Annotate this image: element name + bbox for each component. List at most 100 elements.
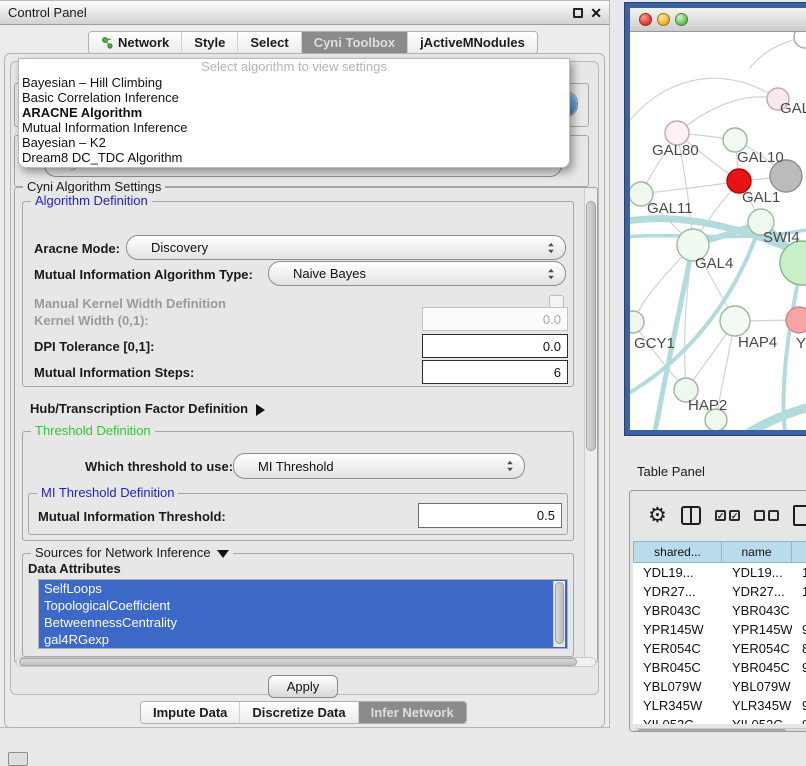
node-gcy1[interactable] xyxy=(630,311,644,333)
table-row[interactable]: YBR043C YBR043C xyxy=(633,601,806,620)
cell-value[interactable]: 9. xyxy=(792,715,806,724)
cell-name[interactable]: YDL19... xyxy=(722,563,792,582)
cell-shared-name[interactable]: YPR145W xyxy=(633,620,722,639)
deselect-all-checkboxes-icon[interactable] xyxy=(754,510,779,521)
label-gal80: GAL80 xyxy=(652,142,699,159)
popup-item-bayesian-k2[interactable]: Bayesian – K2 xyxy=(19,135,569,150)
label-gal2: GAL2 xyxy=(780,100,806,117)
popup-item-dream8[interactable]: Dream8 DC_TDC Algorithm xyxy=(19,150,569,165)
cell-shared-name[interactable]: YLR345W xyxy=(633,696,722,715)
network-canvas[interactable]: GAL2 GAL80 GAL10 GAL1 GAL11 SWI4 GAL4 GC… xyxy=(630,32,806,430)
tab-jactivemnodules[interactable]: jActiveMNodules xyxy=(408,32,537,53)
tab-impute-data[interactable]: Impute Data xyxy=(141,702,240,723)
list-item-topologicalcoefficient[interactable]: TopologicalCoefficient xyxy=(39,597,567,614)
cell-shared-name[interactable]: YER054C xyxy=(633,639,722,658)
cell-shared-name[interactable]: YIL052C xyxy=(633,715,722,724)
mi-type-combo[interactable]: Naive Bayes xyxy=(268,261,566,286)
cell-shared-name[interactable]: YBR043C xyxy=(633,601,722,620)
which-threshold-combo[interactable]: MI Threshold xyxy=(233,453,525,479)
cell-shared-name[interactable]: YDR27... xyxy=(633,582,722,601)
node-salmon[interactable] xyxy=(786,307,806,333)
list-item-betweennesscentrality[interactable]: BetweennessCentrality xyxy=(39,614,567,631)
tab-select[interactable]: Select xyxy=(238,32,301,53)
settings-vertical-scrollbar[interactable] xyxy=(584,189,597,661)
cell-name[interactable]: YPR145W xyxy=(722,620,792,639)
column-header-name[interactable]: name xyxy=(722,541,792,563)
zoom-traffic-light-icon[interactable] xyxy=(675,13,688,26)
attributes-vertical-scrollbar[interactable] xyxy=(553,581,565,647)
select-all-checkboxes-icon[interactable]: ✓ ✓ xyxy=(715,510,740,521)
columns-icon[interactable] xyxy=(681,506,701,525)
collapsed-panel-button[interactable] xyxy=(8,752,28,766)
close-traffic-light-icon[interactable] xyxy=(639,13,652,26)
cell-value[interactable] xyxy=(792,677,806,696)
cell-name[interactable]: YLR345W xyxy=(722,696,792,715)
hub-definition-toggle[interactable]: Hub/Transcription Factor Definition xyxy=(30,401,265,416)
sources-group-title[interactable]: Sources for Network Inference xyxy=(31,545,233,560)
settings-hscrollbar-thumb[interactable] xyxy=(19,658,577,666)
label-hap4: HAP4 xyxy=(738,334,777,351)
document-icon[interactable] xyxy=(793,505,806,526)
tab-cyni-toolbox[interactable]: Cyni Toolbox xyxy=(302,32,408,53)
settings-scrollbar-thumb[interactable] xyxy=(586,201,596,451)
popup-item-mutual-information[interactable]: Mutual Information Inference xyxy=(19,120,569,135)
popup-item-bayesian-hill-climbing[interactable]: Bayesian – Hill Climbing xyxy=(19,75,569,90)
label-gal4: GAL4 xyxy=(695,255,733,272)
cell-value[interactable]: 12 xyxy=(792,582,806,601)
cell-value[interactable]: 9. xyxy=(792,696,806,715)
attributes-scrollbar-thumb[interactable] xyxy=(555,582,564,644)
table-header-row: shared... name A xyxy=(633,541,806,563)
minimize-traffic-light-icon[interactable] xyxy=(657,13,670,26)
column-header-partial[interactable]: A xyxy=(792,541,806,563)
cell-name[interactable]: YBR045C xyxy=(722,658,792,677)
close-icon[interactable]: ✕ xyxy=(590,4,602,22)
dpi-tolerance-field[interactable]: 0.0 xyxy=(422,334,568,358)
cell-value[interactable] xyxy=(792,601,806,620)
list-item-gal4rgexp[interactable]: gal4RGexp xyxy=(39,631,567,648)
cell-value[interactable]: 9. xyxy=(792,620,806,639)
cell-value[interactable]: 8. xyxy=(792,639,806,658)
popup-item-aracne[interactable]: ARACNE Algorithm xyxy=(19,105,569,120)
table-hscrollbar-thumb[interactable] xyxy=(637,729,787,732)
cell-value[interactable]: 13 xyxy=(792,563,806,582)
tab-network[interactable]: Network xyxy=(89,32,182,53)
combo-arrows-icon xyxy=(506,460,514,472)
table-horizontal-scrollbar[interactable] xyxy=(634,728,806,732)
column-header-shared-name[interactable]: shared... xyxy=(633,541,722,563)
gear-icon[interactable]: ⚙ xyxy=(648,505,667,526)
cell-shared-name[interactable]: YBR045C xyxy=(633,658,722,677)
mi-threshold-field[interactable]: 0.5 xyxy=(418,503,562,528)
apply-button-label: Apply xyxy=(287,679,320,694)
tab-discretize-data[interactable]: Discretize Data xyxy=(240,702,358,723)
sources-title-text: Sources for Network Inference xyxy=(35,545,211,560)
cell-value[interactable]: 9. xyxy=(792,658,806,677)
cell-name[interactable]: YER054C xyxy=(722,639,792,658)
table-row[interactable]: YER054C YER054C 8. xyxy=(633,639,806,658)
kernel-width-field[interactable]: 0.0 xyxy=(422,307,568,331)
dpi-tolerance-label: DPI Tolerance [0,1]: xyxy=(34,339,154,354)
cell-name[interactable]: YBL079W xyxy=(722,677,792,696)
cell-shared-name[interactable]: YDL19... xyxy=(633,563,722,582)
table-row[interactable]: YDL19... YDL19... 13 xyxy=(633,563,806,582)
table-row[interactable]: YBR045C YBR045C 9. xyxy=(633,658,806,677)
node-hap4[interactable] xyxy=(720,306,750,336)
cell-shared-name[interactable]: YBL079W xyxy=(633,677,722,696)
node-top-partial[interactable] xyxy=(794,32,806,48)
table-row[interactable]: YDR27... YDR27... 12 xyxy=(633,582,806,601)
cell-name[interactable]: YDR27... xyxy=(722,582,792,601)
list-item-selfloops[interactable]: SelfLoops xyxy=(39,580,567,597)
tab-style[interactable]: Style xyxy=(182,32,238,53)
table-row[interactable]: YPR145W YPR145W 9. xyxy=(633,620,806,639)
cell-name[interactable]: YBR043C xyxy=(722,601,792,620)
table-row[interactable]: YBL079W YBL079W xyxy=(633,677,806,696)
popup-item-basic-correlation[interactable]: Basic Correlation Inference xyxy=(19,90,569,105)
settings-horizontal-scrollbar[interactable] xyxy=(16,657,596,667)
mi-steps-field[interactable]: 6 xyxy=(422,360,568,384)
apply-button[interactable]: Apply xyxy=(268,675,338,698)
float-window-icon[interactable] xyxy=(573,8,583,18)
table-row[interactable]: YIL052C YIL052C 9. xyxy=(633,715,806,724)
cell-name[interactable]: YIL052C xyxy=(722,715,792,724)
aracne-mode-combo[interactable]: Discovery xyxy=(126,235,566,260)
tab-infer-network[interactable]: Infer Network xyxy=(359,702,466,723)
table-row[interactable]: YLR345W YLR345W 9. xyxy=(633,696,806,715)
